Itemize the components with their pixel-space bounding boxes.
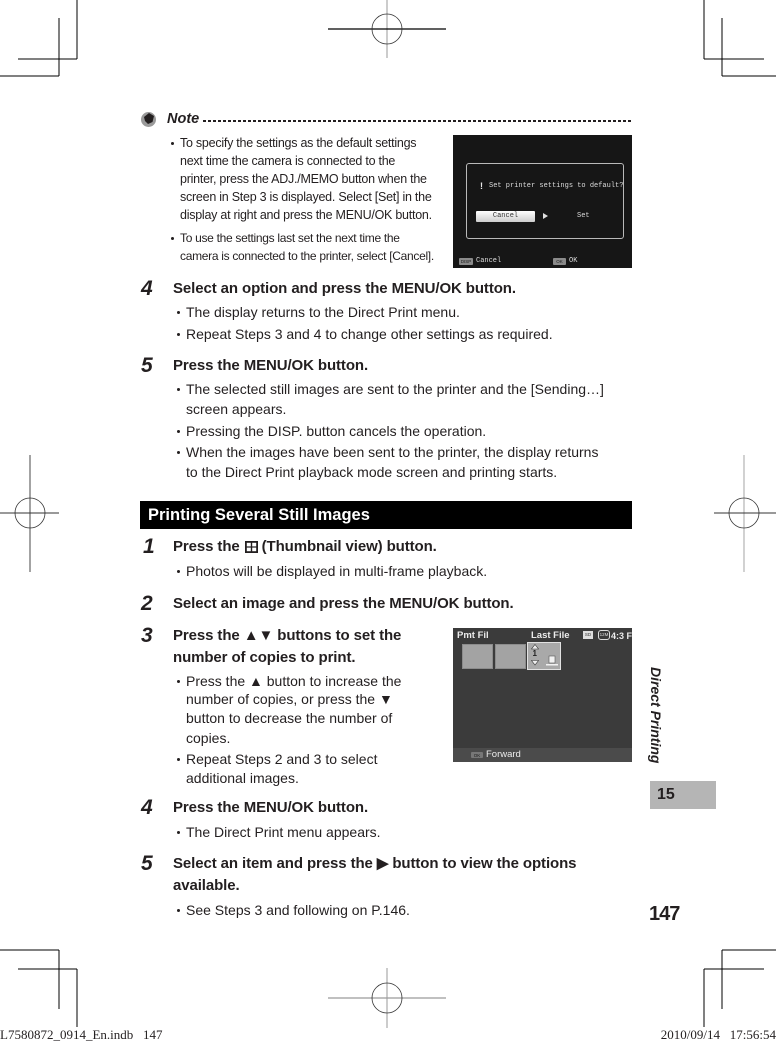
step-heading: Press the (Thumbnail view) button. <box>173 537 437 557</box>
bullet-dot <box>177 333 180 336</box>
step-bullet-text: button to decrease the number of <box>186 710 393 726</box>
disp-cancel-label: Cancel <box>476 257 502 265</box>
aspect-quality-label: 4:3 F <box>611 631 632 641</box>
step-bullet-text: The selected still images are sent to th… <box>186 381 604 397</box>
bullet-dot <box>177 831 180 834</box>
note-text-line: screen in Step 3 is displayed. Select [S… <box>180 190 432 204</box>
arrow-right-icon <box>543 213 548 219</box>
bullet-dot <box>171 142 174 145</box>
thumbnail <box>462 644 493 669</box>
sd-card-icon: SD <box>583 631 593 639</box>
step-heading: Press the MENU/OK button. <box>173 799 369 816</box>
step-heading: Press the ▲▼ buttons to set the <box>173 627 402 644</box>
chapter-number: 15 <box>657 786 675 803</box>
step-heading-text: Press the <box>173 538 240 555</box>
note-title: Note <box>167 111 200 127</box>
step-number: 4 <box>141 796 153 819</box>
step-bullet-text: number of copies, or press the ▼ <box>186 691 393 707</box>
note-text-line: camera is connected to the printer, sele… <box>180 249 434 263</box>
page-number: 147 <box>649 903 680 925</box>
step-bullet-text: screen appears. <box>186 401 287 417</box>
step-number: 2 <box>141 592 153 615</box>
step-number: 1 <box>143 535 155 558</box>
step-heading: available. <box>173 877 240 894</box>
print-timestamp: 2010/09/14 17:56:54 <box>660 1027 776 1042</box>
down-arrow-icon <box>531 660 539 666</box>
step-bullet-text: The display returns to the Direct Print … <box>186 304 460 320</box>
step-number: 5 <box>141 354 153 377</box>
note-text-line: To use the settings last set the next ti… <box>180 231 400 245</box>
registration-mark-top <box>328 0 446 58</box>
step-heading: Select an image and press the MENU/OK bu… <box>173 595 514 612</box>
registration-mark-bottom <box>328 968 446 1028</box>
camera-screen-set-default: ! Set printer settings to default? Cance… <box>453 135 632 268</box>
step-bullet-text: The Direct Print menu appears. <box>186 824 381 840</box>
image-size-icon: 12M <box>598 630 610 640</box>
bullet-dot <box>177 570 180 573</box>
chapter-tab: 15 <box>650 781 716 809</box>
step-bullet-text: Repeat Steps 3 and 4 to change other set… <box>186 326 553 342</box>
print-file-label: Pmt Fil <box>457 630 489 641</box>
note-text-line: To specify the settings as the default s… <box>180 136 417 150</box>
step-heading-text: (Thumbnail view) button. <box>261 538 437 555</box>
forward-label: Forward <box>486 749 521 760</box>
print-file-label: L7580872_0914_En.indb 147 <box>0 1027 163 1042</box>
step-heading: Press the MENU/OK button. <box>173 357 369 374</box>
bullet-dot <box>177 388 180 391</box>
thumbnail-view-icon <box>244 541 258 553</box>
disp-badge: DISP <box>459 258 473 265</box>
camera-screen-thumbnails: Pmt Fil Last File SD 12M 4:3 F 1 OK Forw… <box>453 628 632 762</box>
dialog-question: Set printer settings to default? <box>489 182 624 190</box>
print-icon <box>546 655 558 666</box>
step-bullet-text: additional images. <box>186 770 299 786</box>
thumbnail <box>495 644 526 669</box>
set-option-label: Set <box>577 212 590 220</box>
bullet-dot <box>177 311 180 314</box>
manual-page: Note To specify the settings as the defa… <box>0 0 776 1042</box>
step-bullet-text: When the images have been sent to the pr… <box>186 444 599 460</box>
bullet-dot <box>177 680 180 683</box>
ok-badge: OK <box>471 752 483 758</box>
bullet-dot <box>171 237 174 240</box>
thumbnail-selected: 1 <box>527 642 561 670</box>
copies-count: 1 <box>532 649 537 658</box>
step-heading: Select an option and press the MENU/OK b… <box>173 280 516 297</box>
screen-footer-bar: OK Forward <box>453 748 632 762</box>
registration-mark-left <box>0 455 59 572</box>
note-text-line: printer, press the ADJ./MEMO button when… <box>180 172 427 186</box>
step-number: 3 <box>141 624 153 647</box>
chapter-title: Direct Printing <box>648 667 664 764</box>
alert-icon: ! <box>480 181 483 191</box>
bullet-dot <box>177 430 180 433</box>
registration-mark-right <box>714 455 776 572</box>
step-heading: Select an item and press the ▶ button to… <box>173 855 577 872</box>
note-text-line: next time the camera is connected to the <box>180 154 396 168</box>
note-text-line: display at right and press the MENU/OK b… <box>180 208 432 222</box>
bullet-dot <box>177 909 180 912</box>
step-number: 4 <box>141 277 153 300</box>
dialog-box <box>466 163 624 239</box>
step-bullet-text: to the Direct Print playback mode screen… <box>186 464 558 480</box>
cancel-option-label: Cancel <box>492 212 519 220</box>
step-bullet-text: Pressing the DISP. button cancels the op… <box>186 423 487 439</box>
step-bullet-text: See Steps 3 and following on P.146. <box>186 902 410 918</box>
ok-label: OK <box>569 257 578 265</box>
cancel-option: Cancel <box>476 211 535 222</box>
last-file-label: Last File <box>531 630 570 641</box>
step-heading: number of copies to print. <box>173 649 356 666</box>
note-divider <box>203 120 632 122</box>
step-bullet-text: copies. <box>186 730 231 746</box>
step-bullet-text: Photos will be displayed in multi-frame … <box>186 563 488 579</box>
bullet-dot <box>177 758 180 761</box>
step-bullet-text: Repeat Steps 2 and 3 to select <box>186 751 378 767</box>
section-heading-bar: Printing Several Still Images <box>140 501 632 529</box>
section-title: Printing Several Still Images <box>148 506 370 524</box>
step-number: 5 <box>141 852 153 875</box>
bullet-dot <box>177 451 180 454</box>
note-icon <box>141 112 156 127</box>
step-bullet-text: Press the ▲ button to increase the <box>186 673 402 689</box>
ok-badge: OK <box>553 258 566 265</box>
